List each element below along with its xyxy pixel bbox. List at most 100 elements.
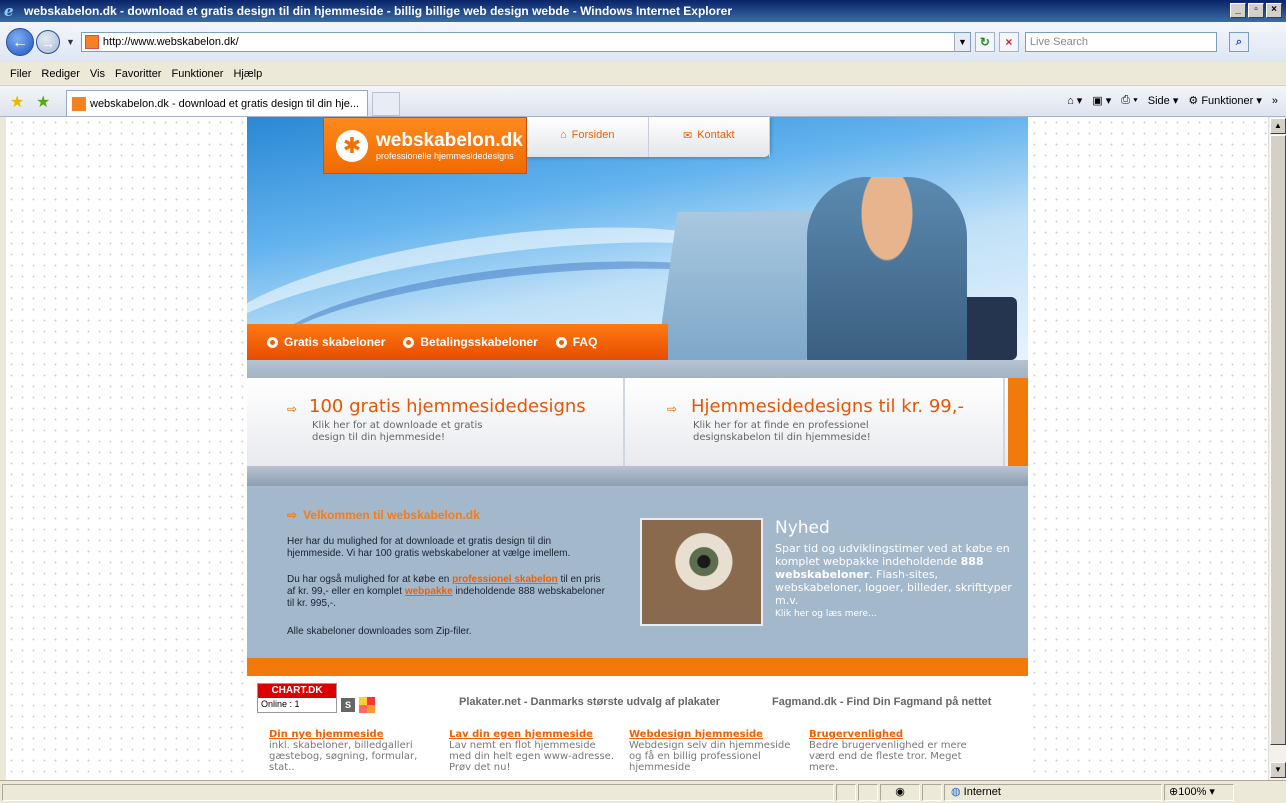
home-icon[interactable]: ⌂ ▾ [1067,94,1082,107]
professionel-skabelon-link[interactable]: professionel skabelon [452,574,558,585]
welcome-p1: Her har du mulighed for at downloade et … [287,536,571,559]
tab-row: ★ ★ webskabelon.dk - download et gratis … [0,86,1286,117]
stop-button[interactable]: × [998,32,1019,52]
mosaic-icon[interactable] [359,697,375,713]
welcome-section: ⇨ Velkommen til webskabelon.dk Her har du… [247,486,1028,658]
scroll-up-icon[interactable]: ▲ [1270,118,1286,134]
menu-edit[interactable]: Rediger [41,68,80,80]
tab-webskabelon[interactable]: webskabelon.dk - download et gratis desi… [66,90,368,116]
feature-title: 100 gratis hjemmesidedesigns [309,396,586,417]
logo-tagline: professionelle hjemmesidedesigns [376,150,514,161]
back-button[interactable]: ← [6,28,34,56]
footer-col-link[interactable]: Lav din egen hjemmeside [449,729,619,740]
address-dropdown-icon[interactable]: ▼ [953,33,970,51]
zoom-icon: ⊕ [1169,785,1179,798]
feature-gratis[interactable]: ⇨ 100 gratis hjemmesidedesigns Klik her … [247,378,625,466]
maximize-button[interactable]: ▫ [1248,3,1264,18]
nav-kontakt[interactable]: ✉ Kontakt [649,117,770,157]
menu-tools[interactable]: Funktioner [171,68,223,80]
command-bar: ⌂ ▾ ▣ ▾ ⎙ ▾ Side ▾ ⚙ Funktioner ▾ » [1067,94,1278,107]
top-nav: ⌂ Forsiden ✉ Kontakt [527,117,770,157]
forward-button[interactable]: → [36,30,60,54]
menu-help[interactable]: Hjælp [233,68,262,80]
menu-favorites[interactable]: Favoritter [115,68,161,80]
plakater-link[interactable]: Plakater.net - Danmarks største udvalg a… [459,696,720,708]
feature-desc: design til din hjemmeside! [312,432,446,443]
online-counter: Online : 1 [261,699,300,709]
site-logo[interactable]: ✱ webskabelon.dk professionelle hjemmesi… [323,117,527,174]
footer: CHART.DK Online : 1 S Plakater.net - Dan… [247,676,1028,780]
feature-desc: Klik her for at finde en professionel [693,420,869,431]
history-dropdown-icon[interactable]: ▼ [66,37,75,47]
footer-col: Brugervenlighed Bedre brugervenlighed er … [809,729,979,773]
news-title: Nyhed [775,518,830,538]
website: ✱ webskabelon.dk professionelle hjemmesi… [247,117,1028,780]
footer-col-link[interactable]: Din nye hjemmeside [269,729,439,740]
footer-col: Din nye hjemmeside inkl. skabeloner, bill… [269,729,439,773]
feeds-icon[interactable]: ▣ ▾ [1092,94,1111,107]
globe-icon: ◍ [951,785,961,798]
address-url[interactable]: http://www.webskabelon.dk/ [103,36,239,48]
print-icon[interactable]: ⎙ ▾ [1121,94,1137,107]
laptop-image [656,212,828,360]
welcome-p2: Du har også mulighed for at købe en prof… [287,574,606,609]
search-icon[interactable]: ⌕ [1228,32,1249,52]
welcome-title: ⇨ Velkommen til webskabelon.dk [287,508,480,522]
sub-nav: Gratis skabeloner Betalingsskabeloner FA… [247,324,668,360]
zoom-level[interactable]: ⊕100% ▾ [1164,783,1234,801]
security-zone[interactable]: ◍ Internet [944,783,1162,801]
scroll-thumb[interactable] [1270,135,1286,745]
window-title: webskabelon.dk - download et gratis desi… [24,4,732,18]
news-text: Spar tid og udviklingstimer ved at købe … [775,542,1012,607]
refresh-button[interactable]: ↻ [974,32,995,52]
status-bar: ◉ ◍ Internet ⊕100% ▾ [0,780,1286,803]
favorites-star-icon[interactable]: ★ [10,92,24,112]
new-tab-button[interactable] [372,92,400,116]
arrow-icon: ⇨ [287,402,298,416]
nav-gratis-skabeloner[interactable]: Gratis skabeloner [267,335,385,349]
tab-favicon-icon [72,96,86,111]
page-viewport: ✱ webskabelon.dk professionelle hjemmesi… [6,117,1268,780]
ie-logo-icon: e [4,2,14,20]
feature-99[interactable]: ⇨ Hjemmesidedesigns til kr. 99,- Klik he… [627,378,1005,466]
nav-faq[interactable]: FAQ [555,335,597,349]
feature-desc: Klik her for at downloade et gratis [312,420,483,431]
menu-file[interactable]: Filer [10,68,31,80]
arrow-icon: ⇨ [667,402,678,416]
eye-product-image[interactable] [640,518,763,626]
vertical-scrollbar[interactable]: ▲ ▼ [1268,117,1286,780]
address-bar[interactable]: http://www.webskabelon.dk/ ▼ [80,32,971,52]
minimize-button[interactable]: _ [1230,3,1246,18]
s-icon[interactable]: S [341,698,355,712]
close-button[interactable]: × [1266,3,1282,18]
fagmand-link[interactable]: Fagmand.dk - Find Din Fagmand på nettet [772,696,991,708]
add-favorite-icon[interactable]: ★ [36,92,50,112]
nav-forsiden[interactable]: ⌂ Forsiden [527,117,649,157]
tab-title: webskabelon.dk - download et gratis desi… [90,97,360,110]
address-row: ← → ▼ http://www.webskabelon.dk/ ▼ ↻ × L… [0,22,1286,62]
footer-col-link[interactable]: Webdesign hjemmeside [629,729,799,740]
envelope-icon: ✉ [682,130,693,142]
nav-betalingsskabeloner[interactable]: Betalingsskabeloner [403,335,538,349]
page-menu[interactable]: Side ▾ [1148,94,1179,107]
webpakke-link[interactable]: webpakke [405,586,453,597]
scroll-down-icon[interactable]: ▼ [1270,762,1286,778]
chevron-right-icon[interactable]: » [1272,95,1278,107]
feature-row: ⇨ 100 gratis hjemmesidedesigns Klik her … [247,378,1028,466]
news-read-more-link[interactable]: Klik her og læs mere... [775,609,1015,619]
feature-title: Hjemmesidedesigns til kr. 99,- [691,396,964,417]
title-bar: e webskabelon.dk - download et gratis de… [0,0,1286,22]
woman-image [807,177,967,360]
search-input[interactable]: Live Search [1024,32,1217,52]
news-box: Nyhed Spar tid og udviklingstimer ved at… [775,518,1015,619]
privacy-icon[interactable]: ◉ [880,783,920,801]
logo-name: webskabelon.dk [376,129,523,151]
chart-dk-badge[interactable]: CHART.DK Online : 1 [257,683,337,713]
footer-col: Lav din egen hjemmeside Lav nemt en flot … [449,729,619,773]
arrow-icon: ⇨ [287,508,298,522]
tools-menu[interactable]: ⚙ Funktioner ▾ [1188,94,1261,107]
hero-banner: ✱ webskabelon.dk professionelle hjemmesi… [247,117,1028,360]
menu-view[interactable]: Vis [90,68,105,80]
home-icon: ⌂ [560,129,567,141]
footer-col-link[interactable]: Brugervenlighed [809,729,979,740]
